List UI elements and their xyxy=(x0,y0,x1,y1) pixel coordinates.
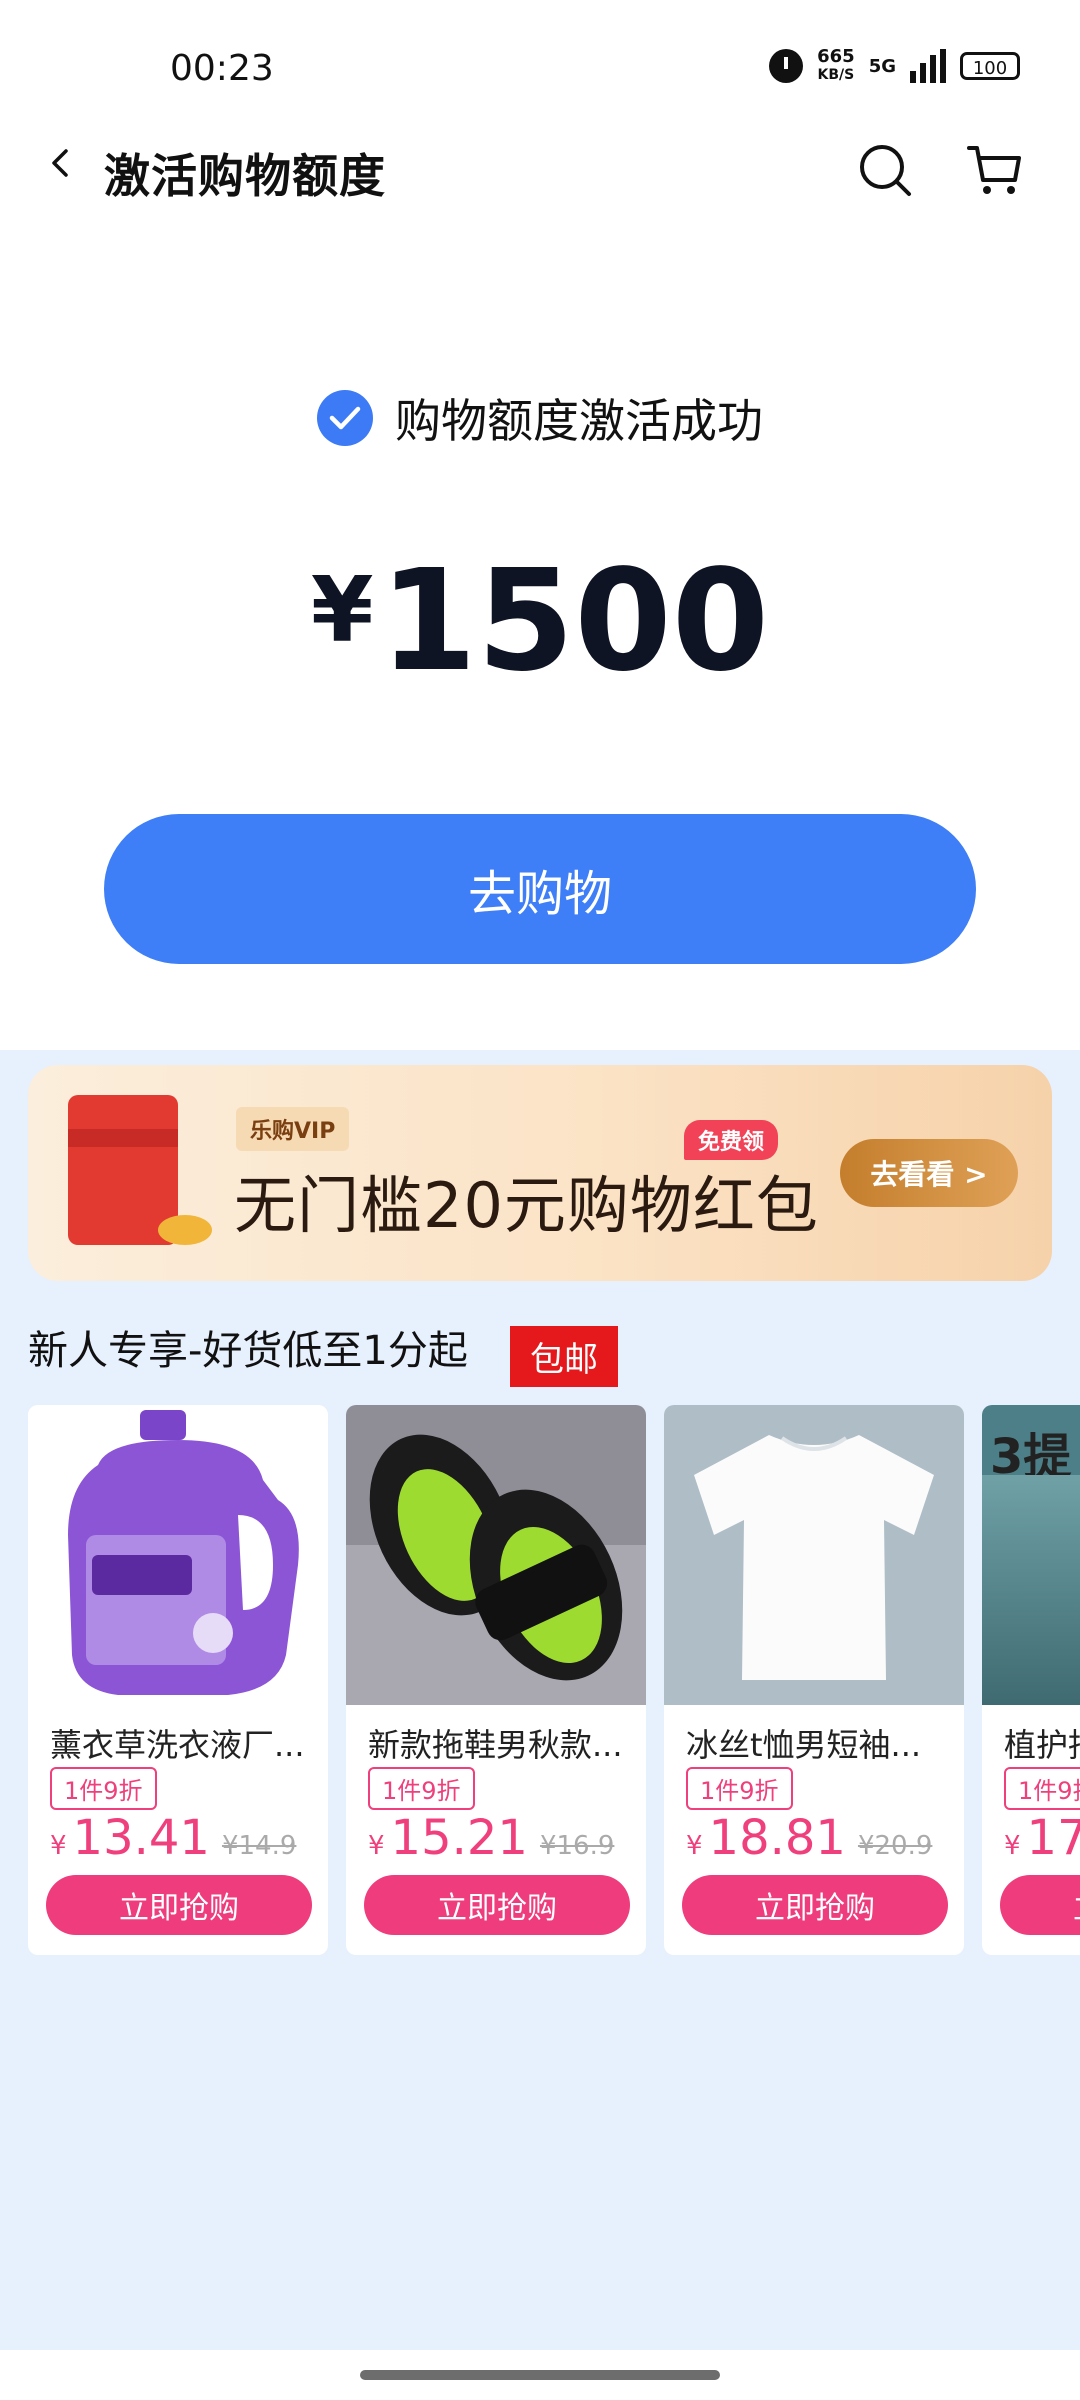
banner-text: 无门槛20元购物红包 xyxy=(234,1169,819,1242)
promo-panel: 乐购VIP 免费领 无门槛20元购物红包 去看看 > 新人专享-好货低至1分起 … xyxy=(0,1050,1080,2350)
vip-tag: 乐购VIP xyxy=(236,1107,350,1151)
price-currency: ¥ xyxy=(368,1831,385,1861)
product-card[interactable]: 薰衣草洗衣液厂... 1件9折 ¥13.41 ¥14.9 立即抢购 xyxy=(28,1405,328,1955)
product-image-tissue: 3提 xyxy=(982,1405,1080,1705)
price: ¥17 xyxy=(1004,1810,1080,1866)
check-circle-icon xyxy=(317,390,373,446)
buy-now-button[interactable]: 立即抢购 xyxy=(364,1875,630,1935)
back-icon[interactable] xyxy=(46,148,76,178)
price-currency: ¥ xyxy=(686,1831,703,1861)
buy-now-button[interactable]: 立即抢购 xyxy=(682,1875,948,1935)
product-name: 冰丝t恤男短袖... xyxy=(686,1726,922,1764)
price-value: 13.41 xyxy=(72,1810,210,1866)
success-message: 购物额度激活成功 xyxy=(395,394,763,448)
discount-tag: 1件9折 xyxy=(50,1767,157,1810)
net-speed-value: 665 xyxy=(817,46,855,67)
free-tag: 免费领 xyxy=(684,1120,779,1160)
net-speed-unit: KB/S xyxy=(817,67,855,83)
product-name: 薰衣草洗衣液厂... xyxy=(50,1726,305,1764)
activation-status: 购物额度激活成功 xyxy=(0,385,1080,451)
price-value: 18.81 xyxy=(708,1810,846,1866)
price: ¥18.81 ¥20.9 xyxy=(686,1810,932,1866)
original-price: ¥16.9 xyxy=(539,1831,615,1861)
price-value: 17 xyxy=(1026,1810,1080,1866)
alarm-icon xyxy=(769,49,804,83)
section-title: 新人专享-好货低至1分起 xyxy=(28,1328,468,1374)
buy-now-button[interactable]: 立即抢购 xyxy=(46,1875,312,1935)
product-image-detergent xyxy=(28,1405,328,1705)
search-icon[interactable] xyxy=(855,140,915,200)
product-carousel[interactable]: 薰衣草洗衣液厂... 1件9折 ¥13.41 ¥14.9 立即抢购 新款拖鞋男秋款… xyxy=(28,1405,1080,1960)
cart-icon[interactable] xyxy=(965,140,1025,200)
price-currency: ¥ xyxy=(50,1831,67,1861)
gold-coin-icon xyxy=(158,1215,212,1245)
price-currency: ¥ xyxy=(1004,1831,1021,1861)
product-image-slippers xyxy=(346,1405,646,1705)
price-value: 15.21 xyxy=(390,1810,528,1866)
discount-tag: 1件9折 xyxy=(368,1767,475,1810)
product-name: 植护抽... xyxy=(1004,1726,1080,1764)
free-shipping-badge: 包邮 xyxy=(510,1326,618,1387)
price: ¥13.41 ¥14.9 xyxy=(50,1810,296,1866)
product-card[interactable]: 新款拖鞋男秋款... 1件9折 ¥15.21 ¥16.9 立即抢购 xyxy=(346,1405,646,1955)
product-name: 新款拖鞋男秋款... xyxy=(368,1726,623,1764)
price: ¥15.21 ¥16.9 xyxy=(368,1810,614,1866)
status-bar: 00:23 665 KB/S 5G 100 xyxy=(0,0,1080,120)
discount-tag: 1件9折 xyxy=(1004,1767,1080,1810)
discount-tag: 1件9折 xyxy=(686,1767,793,1810)
currency-symbol: ¥ xyxy=(310,558,374,663)
amount-value: 1500 xyxy=(379,540,770,703)
original-price: ¥20.9 xyxy=(857,1831,933,1861)
network-type: 5G xyxy=(868,55,896,77)
original-price: ¥14.9 xyxy=(221,1831,297,1861)
page-title: 激活购物额度 xyxy=(104,149,386,203)
top-nav: 激活购物额度 xyxy=(0,120,1080,220)
buy-now-button[interactable]: 立即抢购 xyxy=(1000,1875,1080,1935)
product-image-tshirt xyxy=(664,1405,964,1705)
status-time: 00:23 xyxy=(170,48,274,89)
banner-view-button[interactable]: 去看看 > xyxy=(840,1139,1018,1207)
battery-icon: 100 xyxy=(960,52,1020,80)
status-icons: 665 KB/S 5G 100 xyxy=(769,48,1020,84)
product-card[interactable]: 冰丝t恤男短袖... 1件9折 ¥18.81 ¥20.9 立即抢购 xyxy=(664,1405,964,1955)
signal-icon xyxy=(910,49,946,83)
product-card[interactable]: 3提 植护抽... 1件9折 ¥17 立即抢购 xyxy=(982,1405,1080,1955)
credit-amount: ¥1500 xyxy=(0,540,1080,703)
red-packet-banner[interactable]: 乐购VIP 免费领 无门槛20元购物红包 去看看 > xyxy=(28,1065,1052,1281)
go-shopping-button[interactable]: 去购物 xyxy=(104,814,976,964)
net-speed: 665 KB/S xyxy=(817,48,855,84)
home-indicator[interactable] xyxy=(360,2370,720,2380)
